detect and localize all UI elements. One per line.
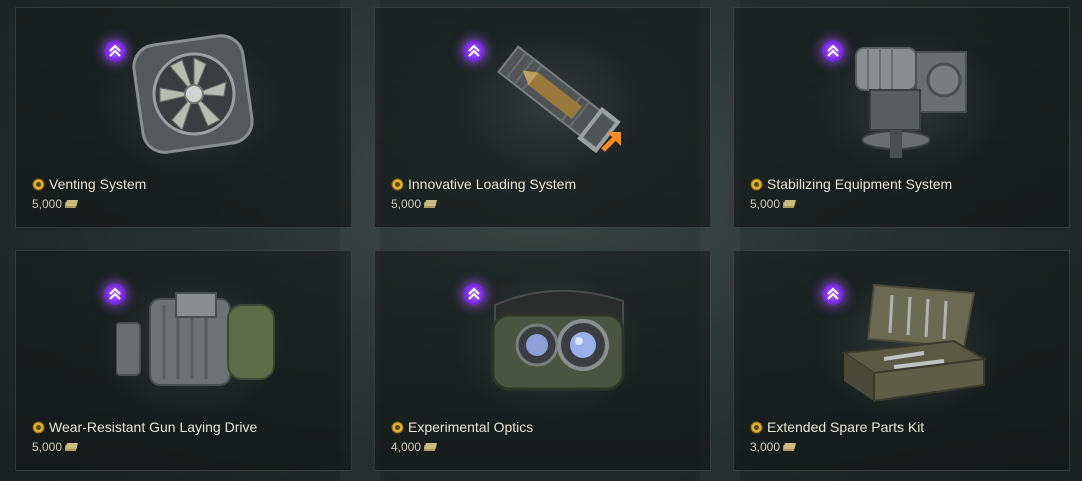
equipment-name: Stabilizing Equipment System (767, 176, 953, 192)
card-price-row: 3,000 (750, 440, 797, 454)
fan-icon (132, 34, 254, 154)
card-price-row: 5,000 (32, 440, 79, 454)
credits-icon (65, 199, 79, 208)
equipment-price: 3,000 (750, 440, 781, 454)
credits-icon (783, 199, 797, 208)
shell-loader-icon (497, 45, 621, 154)
card-title-row: Venting System (32, 176, 146, 192)
motor-gear-icon (855, 47, 967, 158)
gold-medal-icon (32, 178, 45, 190)
equipment-name: Experimental Optics (408, 419, 534, 435)
card-price-row: 5,000 (32, 197, 79, 211)
gold-medal-icon (32, 421, 45, 433)
equipment-name: Wear-Resistant Gun Laying Drive (49, 419, 258, 435)
card-price-row: 5,000 (391, 197, 438, 211)
equipment-card-extended-spare-parts-kit[interactable]: Extended Spare Parts Kit 3,000 (733, 250, 1070, 471)
gold-medal-icon (391, 178, 404, 190)
equipment-name: Venting System (49, 176, 147, 192)
equipment-price: 4,000 (391, 440, 422, 454)
equipment-name: Innovative Loading System (408, 176, 577, 192)
equipment-grid: Venting System 5,000 Innovative Loading … (15, 7, 1070, 471)
credits-icon (783, 442, 797, 451)
card-title-row: Wear-Resistant Gun Laying Drive (32, 419, 257, 435)
binocular-optics-icon (491, 290, 625, 391)
credits-icon (424, 199, 438, 208)
equipment-card-innovative-loading-system[interactable]: Innovative Loading System 5,000 (374, 7, 711, 228)
gold-medal-icon (750, 421, 763, 433)
card-title-row: Innovative Loading System (391, 176, 576, 192)
equipment-name: Extended Spare Parts Kit (767, 419, 925, 435)
card-title-row: Experimental Optics (391, 419, 533, 435)
equipment-card-stabilizing-equipment-system[interactable]: Stabilizing Equipment System 5,000 (733, 7, 1070, 228)
equipment-card-experimental-optics[interactable]: Experimental Optics 4,000 (374, 250, 711, 471)
equipment-card-venting-system[interactable]: Venting System 5,000 (15, 7, 352, 228)
gold-medal-icon (750, 178, 763, 190)
gold-medal-icon (391, 421, 404, 433)
card-price-row: 4,000 (391, 440, 438, 454)
credits-icon (65, 442, 79, 451)
equipment-price: 5,000 (32, 197, 63, 211)
equipment-price: 5,000 (32, 440, 63, 454)
electric-motor-icon (116, 292, 275, 386)
equipment-price: 5,000 (391, 197, 422, 211)
toolbox-icon (841, 283, 987, 403)
equipment-card-wear-resistant-gun-laying-drive[interactable]: Wear-Resistant Gun Laying Drive 5,000 (15, 250, 352, 471)
credits-icon (424, 442, 438, 451)
card-price-row: 5,000 (750, 197, 797, 211)
equipment-price: 5,000 (750, 197, 781, 211)
card-title-row: Stabilizing Equipment System (750, 176, 952, 192)
card-title-row: Extended Spare Parts Kit (750, 419, 924, 435)
